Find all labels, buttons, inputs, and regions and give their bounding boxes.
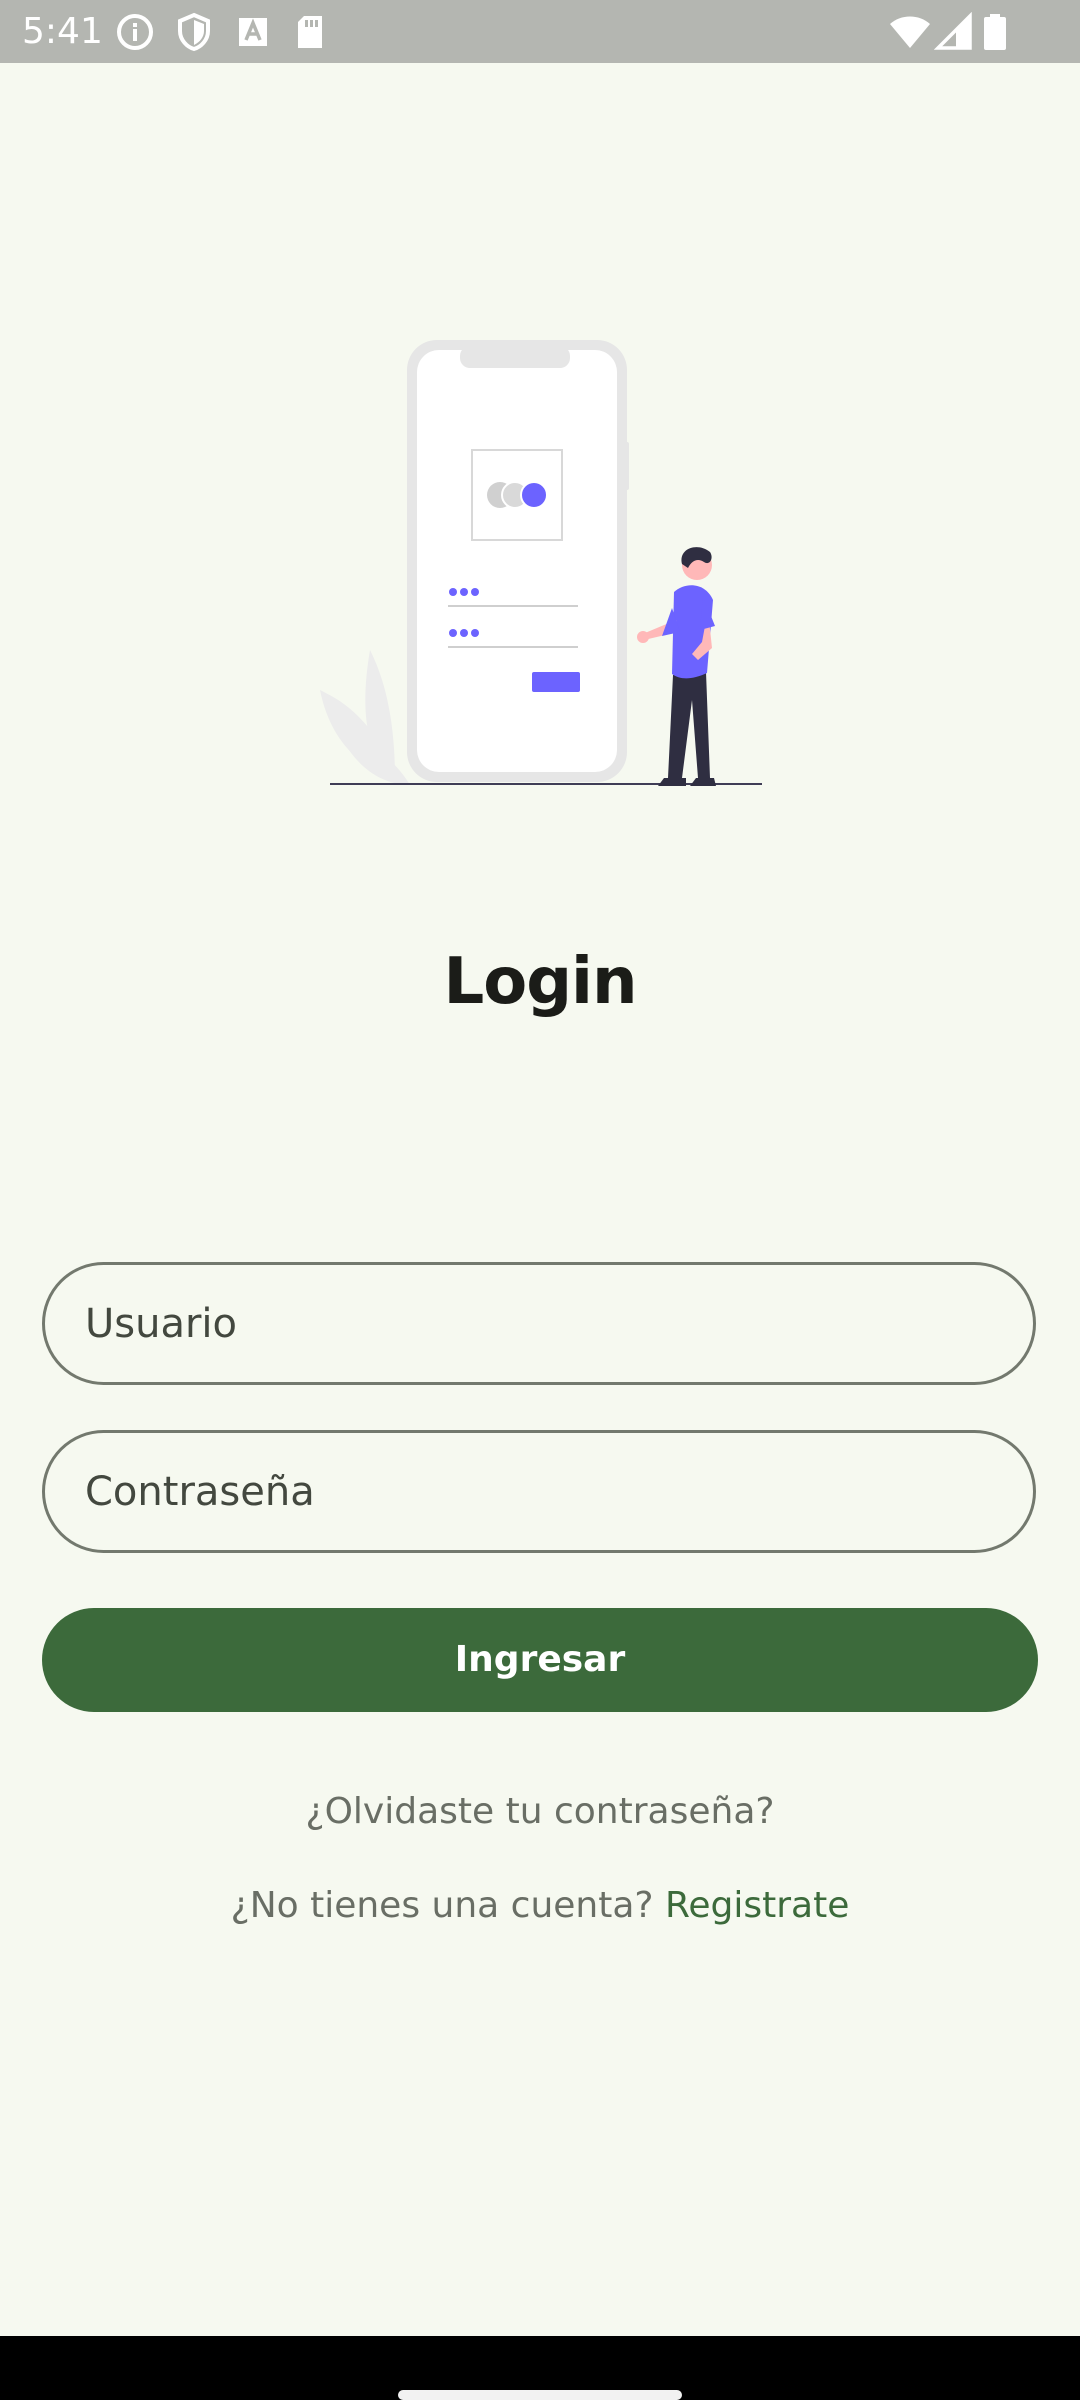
no-account-text: ¿No tienes una cuenta? [230, 1885, 654, 1926]
wifi-icon [890, 16, 930, 48]
home-gesture-handle[interactable] [398, 2390, 682, 2400]
forgot-password-link[interactable]: ¿Olvidaste tu contraseña? [305, 1791, 774, 1832]
password-field[interactable] [42, 1430, 1036, 1553]
status-time: 5:41 [22, 11, 103, 52]
plant-decoration [320, 650, 410, 785]
username-field[interactable] [42, 1262, 1036, 1385]
password-input[interactable] [85, 1433, 985, 1550]
forgot-password-row: ¿Olvidaste tu contraseña? [0, 1784, 1080, 1840]
login-illustration [320, 340, 762, 786]
register-row: ¿No tienes una cuenta? Registrate [0, 1878, 1080, 1934]
register-link[interactable]: Registrate [665, 1885, 849, 1926]
phone-graphic [407, 340, 629, 782]
page-title: Login [443, 945, 637, 1019]
username-input[interactable] [85, 1265, 985, 1382]
status-bar: 5:41 [0, 0, 1080, 63]
battery-icon [984, 14, 1006, 50]
person-figure [637, 547, 716, 786]
login-button[interactable]: Ingresar [42, 1608, 1038, 1712]
signal-icon [934, 12, 972, 50]
sd-card-icon [298, 16, 322, 48]
shield-icon [178, 12, 210, 52]
info-icon [117, 14, 153, 50]
a-box-icon [239, 18, 267, 46]
